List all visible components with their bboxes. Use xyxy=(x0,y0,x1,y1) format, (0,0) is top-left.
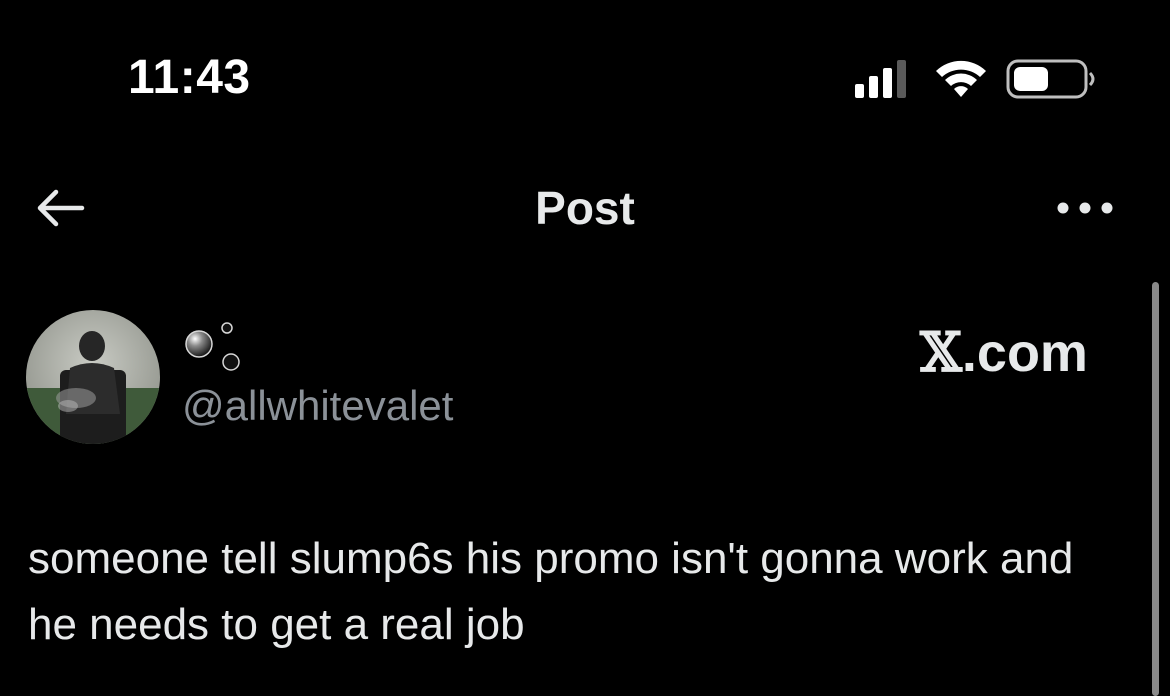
watermark-domain: .com xyxy=(961,323,1088,383)
status-time: 11:43 xyxy=(128,51,251,104)
avatar-photo xyxy=(26,310,160,444)
x-com-watermark: 𝕏.com xyxy=(920,322,1088,383)
bubbles-icon xyxy=(185,322,240,371)
more-horizontal-icon xyxy=(1057,202,1113,214)
page-title: Post xyxy=(535,182,635,234)
post-text: someone tell slump6s his promo isn't gon… xyxy=(28,534,1074,649)
avatar[interactable] xyxy=(26,310,160,444)
x-logo-glyph: 𝕏 xyxy=(920,320,962,384)
user-handle[interactable]: @allwhitevalet xyxy=(182,382,453,430)
wifi-icon xyxy=(936,60,986,97)
battery-icon xyxy=(1006,59,1095,99)
scrollbar[interactable] xyxy=(1152,282,1159,696)
more-options-button[interactable] xyxy=(1050,188,1120,228)
cellular-signal-icon xyxy=(855,60,906,98)
